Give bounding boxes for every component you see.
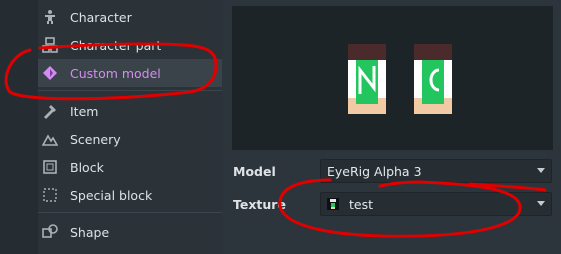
texture-label: Texture (233, 197, 286, 212)
scenery-icon (42, 131, 58, 147)
sidebar-divider (38, 90, 222, 91)
properties-panel: Model EyeRig Alpha 3 Texture test (222, 0, 561, 254)
character-icon (42, 9, 58, 25)
model-head-left (348, 44, 386, 114)
model-label: Model (233, 164, 276, 179)
sidebar-item-label: Item (70, 103, 99, 119)
sidebar-item-label: Block (70, 159, 104, 175)
sidebar-item-label: Character part (70, 37, 162, 53)
shape-icon (42, 224, 58, 240)
sidebar-gutter (0, 0, 38, 254)
sidebar-item-scenery[interactable]: Scenery (38, 125, 222, 153)
item-icon (42, 103, 58, 119)
sidebar-item-label: Character (70, 9, 132, 25)
model-preview[interactable] (232, 6, 553, 150)
texture-select-value: test (349, 196, 374, 212)
texture-select[interactable]: test (320, 192, 552, 216)
special-block-icon (42, 187, 58, 203)
model-head-right (414, 44, 452, 114)
chevron-down-icon (537, 168, 545, 173)
sidebar-divider (38, 212, 222, 213)
character-part-icon (42, 37, 58, 53)
texture-thumbnail-icon (327, 198, 339, 210)
sidebar-item-label: Custom model (70, 65, 161, 81)
sidebar-item-shape[interactable]: Shape (38, 218, 222, 246)
sidebar-item-special-block[interactable]: Special block (38, 181, 222, 209)
sidebar-item-character[interactable]: Character (38, 3, 222, 31)
sidebar-item-character-part[interactable]: Character part (38, 31, 222, 59)
model-select-value: EyeRig Alpha 3 (327, 163, 422, 179)
sidebar-item-item[interactable]: Item (38, 97, 222, 125)
chevron-down-icon (537, 201, 545, 206)
sidebar-item-label: Shape (70, 224, 110, 240)
custom-model-icon (42, 65, 58, 81)
sidebar-item-label: Special block (70, 187, 153, 203)
model-select[interactable]: EyeRig Alpha 3 (320, 159, 552, 183)
sidebar-item-label: Scenery (70, 131, 121, 147)
sidebar-item-block[interactable]: Block (38, 153, 222, 181)
model-preview-render (348, 44, 452, 114)
sidebar: Character Character part Custom model It… (0, 0, 222, 254)
block-icon (42, 159, 58, 175)
sidebar-item-custom-model[interactable]: Custom model (38, 59, 222, 87)
